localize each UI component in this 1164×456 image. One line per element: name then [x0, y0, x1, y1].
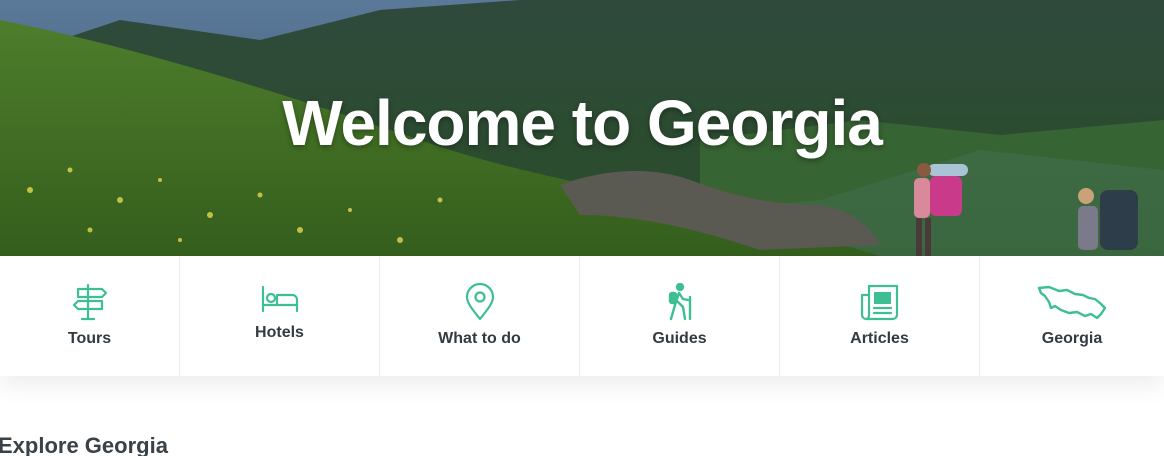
- nav-item-guides[interactable]: Guides: [580, 256, 780, 376]
- nav-label-tours: Tours: [67, 330, 112, 347]
- nav-label-articles: Articles: [850, 330, 909, 347]
- hero-title: Welcome to Georgia: [282, 87, 883, 159]
- nav-item-articles[interactable]: Articles: [780, 256, 980, 376]
- nav-label-hotels: Hotels: [255, 324, 304, 341]
- nav-item-hotels[interactable]: Hotels: [180, 256, 380, 376]
- bed-icon: [260, 278, 300, 318]
- nav-item-georgia[interactable]: Georgia: [980, 256, 1164, 376]
- nav-item-tours[interactable]: Tours: [0, 256, 180, 376]
- section-title-explore: Explore Georgia: [0, 433, 168, 456]
- newspaper-icon: [860, 282, 900, 322]
- category-nav: Tours Hotels What to do Guides Articles …: [0, 256, 1164, 376]
- georgia-map-icon: [1037, 282, 1107, 322]
- nav-item-what-to-do[interactable]: What to do: [380, 256, 580, 376]
- nav-label-what-to-do: What to do: [438, 330, 521, 347]
- map-pin-icon: [464, 282, 496, 322]
- signpost-icon: [72, 282, 108, 322]
- hiker-icon: [665, 282, 695, 322]
- hero-banner: Welcome to Georgia: [0, 0, 1164, 256]
- nav-label-guides: Guides: [652, 330, 707, 347]
- nav-label-georgia: Georgia: [1041, 330, 1103, 347]
